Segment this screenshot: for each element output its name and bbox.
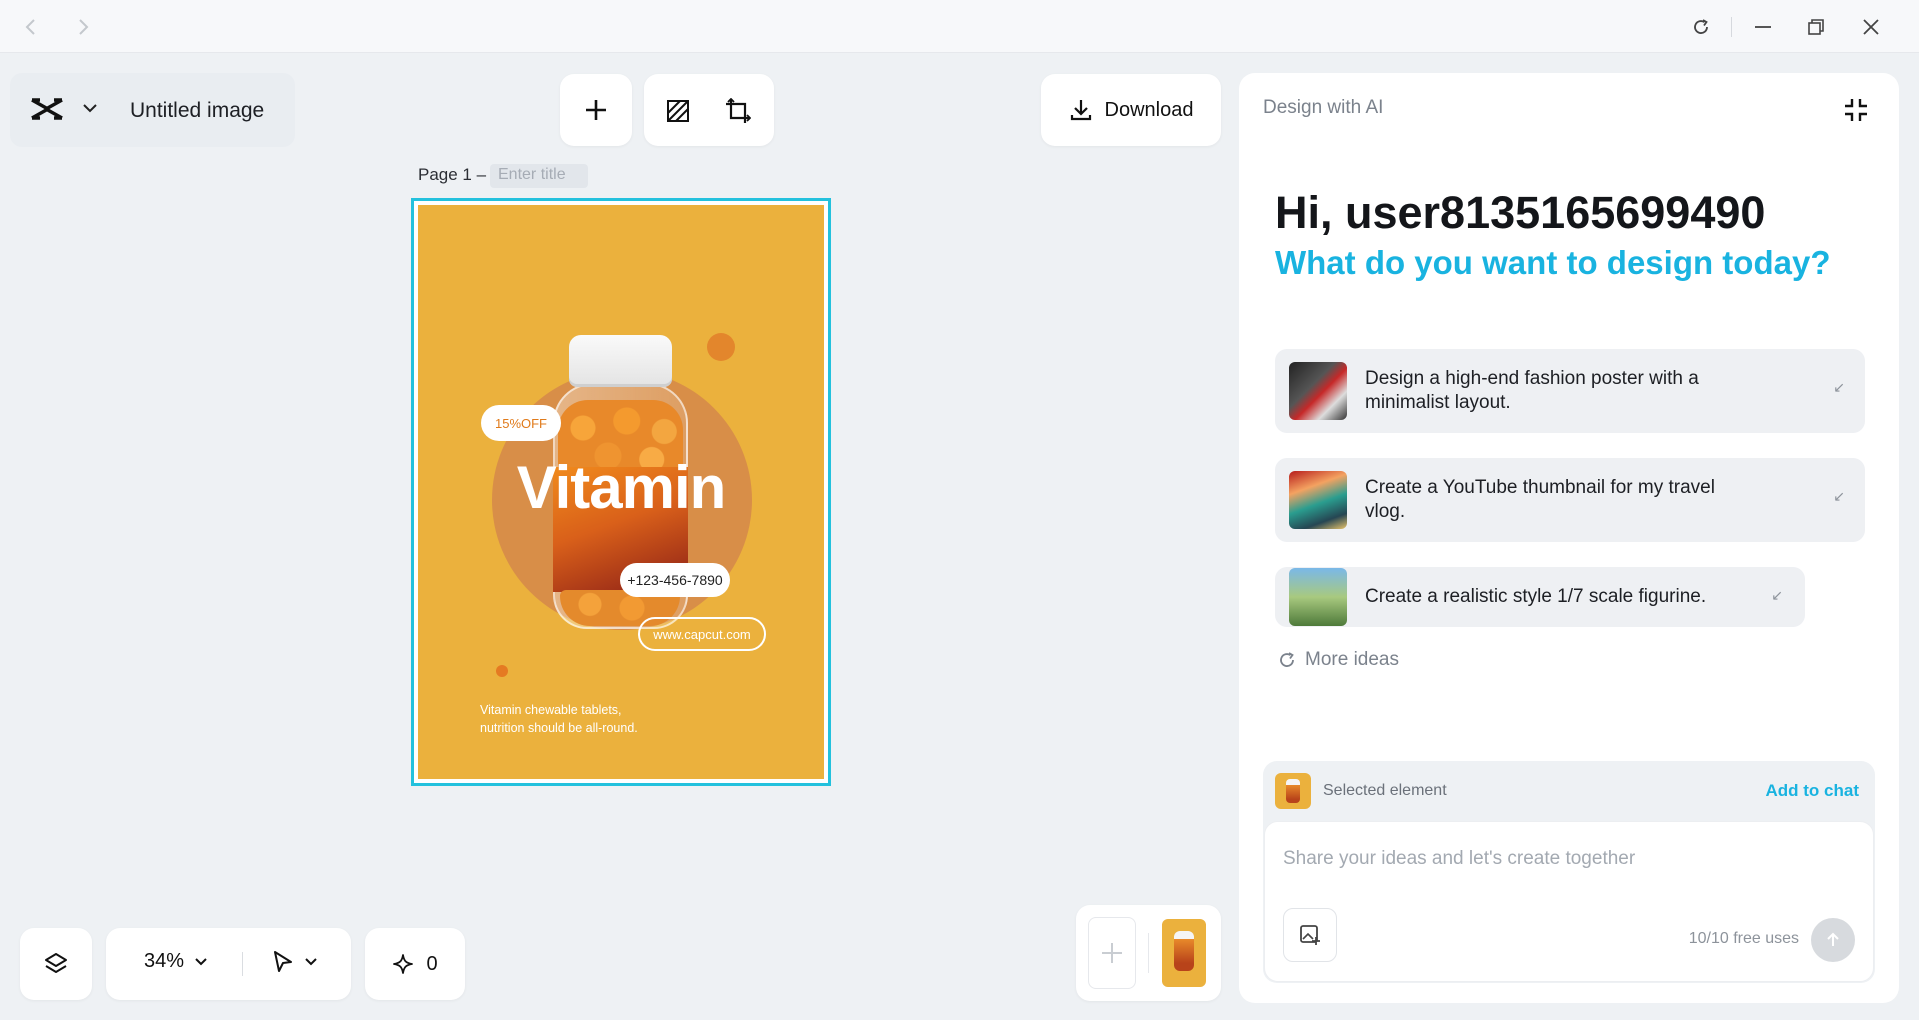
minimize-icon (1755, 26, 1771, 28)
idea-line: Design a high-end fashion poster with a (1365, 368, 1699, 389)
divider (1148, 933, 1149, 973)
poster-dot-small (496, 665, 508, 677)
pointer-tool-dropdown[interactable] (272, 950, 318, 974)
download-button[interactable]: Download (1041, 74, 1221, 146)
jar-cap (569, 335, 672, 387)
insert-arrow-icon[interactable]: ↙ (1833, 379, 1845, 396)
layers-icon (45, 953, 67, 973)
restore-button[interactable] (1801, 12, 1831, 42)
tagline-line-2: nutrition should be all-round. (480, 721, 638, 735)
idea-card-figurine[interactable]: Create a realistic style 1/7 scale figur… (1275, 567, 1805, 627)
divider (242, 952, 243, 976)
collapse-icon (1845, 99, 1867, 121)
zoom-dropdown[interactable]: 34% (144, 950, 208, 973)
layers-button[interactable] (20, 928, 92, 1000)
chevron-left-icon (25, 19, 35, 35)
chevron-right-icon (79, 19, 89, 35)
zoom-pointer-group: 34% (106, 928, 351, 1000)
poster-canvas[interactable]: Vitamin 15%OFF +123-456-7890 www.capcut.… (418, 205, 824, 779)
ai-panel: Design with AI Hi, user8135165699490 Wha… (1239, 73, 1899, 1003)
poster-tagline[interactable]: Vitamin chewable tablets, nutrition shou… (480, 701, 638, 737)
forward-button[interactable] (68, 12, 98, 42)
page-thumbnails (1076, 905, 1221, 1001)
background-button[interactable] (664, 97, 692, 125)
add-button[interactable] (560, 74, 632, 146)
chevron-down-icon (195, 957, 207, 965)
chat-input[interactable]: Share your ideas and let's create togeth… (1283, 848, 1635, 870)
chat-composer: Selected element Add to chat Share your … (1263, 761, 1875, 983)
insert-arrow-icon[interactable]: ↙ (1771, 587, 1783, 604)
ai-credits-count: 0 (426, 952, 438, 975)
refresh-icon (1694, 19, 1708, 34)
website-pill[interactable]: www.capcut.com (638, 617, 766, 651)
send-button[interactable] (1811, 918, 1855, 962)
greeting: Hi, user8135165699490 (1275, 187, 1766, 238)
refresh-button[interactable] (1686, 12, 1716, 42)
poster-headline[interactable]: Vitamin (418, 453, 824, 522)
sparkle-icon (393, 954, 414, 974)
thumbnail-jar (1286, 779, 1300, 803)
idea-line: minimalist layout. (1365, 392, 1511, 413)
poster-dot (707, 333, 735, 361)
resize-icon (726, 98, 751, 123)
background-icon (667, 100, 689, 122)
phone-pill[interactable]: +123-456-7890 (620, 563, 730, 597)
add-page-button[interactable] (1088, 917, 1136, 989)
idea-text: Create a realistic style 1/7 scale figur… (1365, 586, 1707, 607)
selected-element-label: Selected element (1323, 782, 1447, 799)
arrow-up-icon (1827, 932, 1839, 946)
refresh-icon (1280, 652, 1294, 667)
insert-arrow-icon[interactable]: ↙ (1833, 488, 1845, 505)
download-icon (1070, 100, 1091, 121)
document-title[interactable]: Untitled image (130, 99, 264, 123)
restore-icon (1808, 19, 1824, 35)
page-thumbnail-1[interactable] (1162, 919, 1206, 987)
canvas-selection[interactable]: Vitamin 15%OFF +123-456-7890 www.capcut.… (411, 198, 831, 786)
free-uses-counter: 10/10 free uses (1688, 930, 1799, 947)
ai-panel-header: Design with AI (1263, 97, 1384, 118)
idea-thumbnail (1289, 471, 1347, 529)
close-button[interactable] (1856, 12, 1886, 42)
capcut-logo-icon[interactable] (30, 96, 64, 127)
idea-thumbnail (1289, 362, 1347, 420)
idea-text: Create a YouTube thumbnail for my travel… (1365, 476, 1715, 524)
titlebar-divider (1731, 17, 1732, 37)
collapse-button[interactable] (1843, 97, 1869, 128)
thumbnail-jar (1174, 931, 1194, 971)
idea-line: Create a YouTube thumbnail for my travel (1365, 477, 1715, 498)
image-add-icon (1300, 925, 1320, 945)
page-title-input[interactable]: Enter title (490, 164, 588, 188)
minimize-button[interactable] (1748, 12, 1778, 42)
plus-icon (586, 100, 606, 120)
zoom-level: 34% (144, 950, 185, 972)
more-ideas-button[interactable]: More ideas (1277, 649, 1399, 671)
discount-badge[interactable]: 15%OFF (481, 405, 561, 441)
idea-line: vlog. (1365, 501, 1406, 522)
page-label: Page 1 – (418, 165, 487, 184)
close-icon (1863, 19, 1879, 35)
plus-icon (1102, 943, 1122, 963)
add-to-chat-button[interactable]: Add to chat (1766, 781, 1860, 801)
chevron-down-icon[interactable] (82, 101, 98, 119)
selected-element-thumbnail (1275, 773, 1311, 809)
canvas-tools-group (644, 74, 774, 146)
upload-image-button[interactable] (1283, 908, 1337, 962)
idea-card-youtube[interactable]: Create a YouTube thumbnail for my travel… (1275, 458, 1865, 542)
chat-input-area[interactable]: Share your ideas and let's create togeth… (1264, 821, 1874, 982)
back-button[interactable] (16, 12, 46, 42)
ai-credits-button[interactable]: 0 (365, 928, 465, 1000)
chevron-down-icon (305, 958, 317, 966)
tagline-line-1: Vitamin chewable tablets, (480, 703, 622, 717)
idea-card-fashion[interactable]: Design a high-end fashion poster with a … (1275, 349, 1865, 433)
more-ideas-label: More ideas (1305, 649, 1399, 670)
download-label: Download (1104, 98, 1194, 121)
idea-thumbnail (1289, 568, 1347, 626)
pointer-icon (274, 951, 292, 972)
resize-button[interactable] (724, 97, 752, 125)
idea-text: Design a high-end fashion poster with a … (1365, 367, 1699, 415)
window-titlebar (0, 0, 1919, 53)
design-question: What do you want to design today? (1275, 244, 1831, 281)
